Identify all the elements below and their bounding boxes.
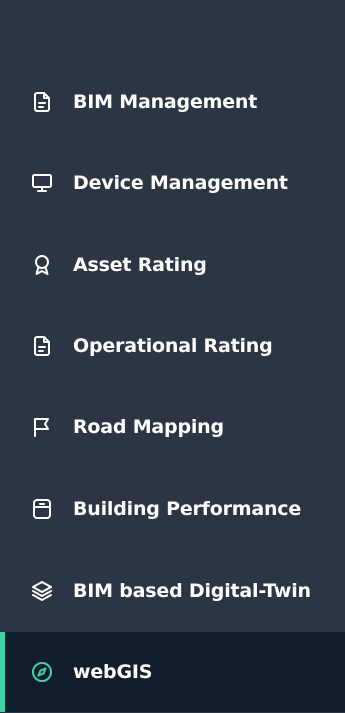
compass-icon <box>29 659 55 685</box>
sidebar-item-asset-rating[interactable]: Asset Rating <box>0 225 345 305</box>
award-icon <box>29 252 55 278</box>
sidebar-item-label: Asset Rating <box>73 254 207 276</box>
archive-icon <box>29 496 55 522</box>
layers-icon <box>29 578 55 604</box>
sidebar-item-device-management[interactable]: Device Management <box>0 143 345 223</box>
sidebar-item-label: BIM based Digital-Twin <box>73 580 311 602</box>
sidebar-item-label: webGIS <box>73 661 153 683</box>
sidebar-item-bim-management[interactable]: BIM Management <box>0 62 345 142</box>
sidebar-item-bim-digital-twin[interactable]: BIM based Digital-Twin <box>0 551 345 631</box>
flag-icon <box>29 414 55 440</box>
sidebar-item-building-performance[interactable]: Building Performance <box>0 469 345 549</box>
document-icon <box>29 89 55 115</box>
sidebar-nav: BIM Management Device Management Asset R… <box>0 0 345 713</box>
sidebar-item-operational-rating[interactable]: Operational Rating <box>0 306 345 386</box>
sidebar-item-label: Operational Rating <box>73 335 273 357</box>
sidebar-item-label: Road Mapping <box>73 416 224 438</box>
document-icon <box>29 333 55 359</box>
sidebar-item-label: BIM Management <box>73 91 258 113</box>
monitor-icon <box>29 170 55 196</box>
sidebar-item-label: Device Management <box>73 172 288 194</box>
sidebar-item-label: Building Performance <box>73 498 302 520</box>
sidebar-item-webgis[interactable]: webGIS <box>0 632 345 712</box>
sidebar-item-road-mapping[interactable]: Road Mapping <box>0 387 345 467</box>
